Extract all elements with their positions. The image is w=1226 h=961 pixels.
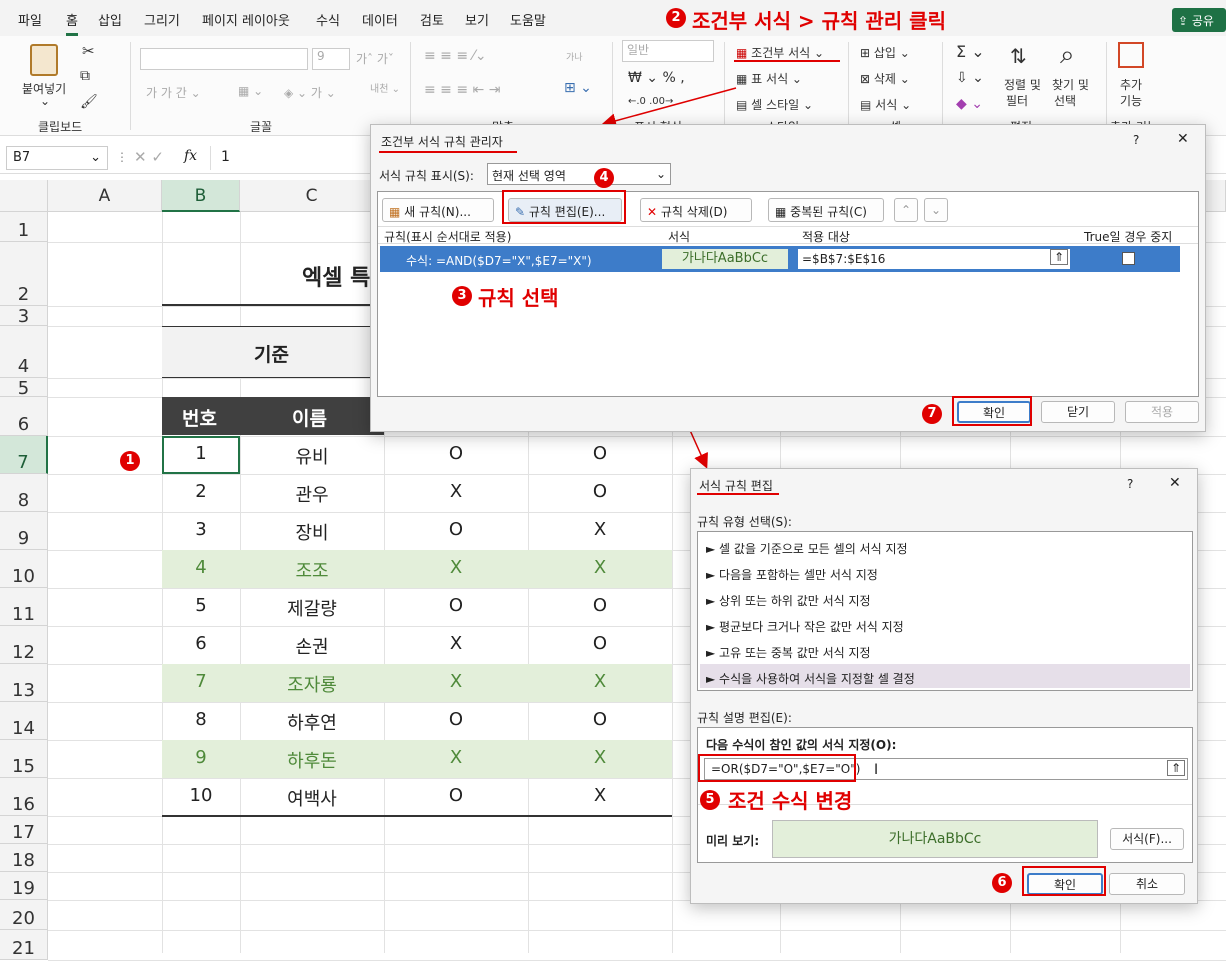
- edit-rule-highlight: [502, 190, 626, 224]
- desc-label: 규칙 설명 편집(E):: [697, 711, 792, 725]
- formula-label: 다음 수식이 참인 값의 서식 지정(O):: [706, 738, 897, 752]
- duplicate-rule-button[interactable]: ▦ 중복된 규칙(C): [768, 198, 884, 222]
- collapse-icon[interactable]: ⇑: [1166, 760, 1185, 776]
- rule-row[interactable]: 수식: =AND($D7="X",$E7="X") 가나다AaBbCc =$B$…: [380, 246, 1180, 272]
- new-rule-label: 새 규칙(N)...: [404, 205, 471, 219]
- rule-type-item[interactable]: ► 고유 또는 중복 값만 서식 지정: [706, 644, 871, 661]
- edit-rule-dialog: 서식 규칙 편집 ? ✕ 규칙 유형 선택(S): ► 셀 값을 기준으로 모든…: [690, 468, 1198, 904]
- grid-icon: ▦: [775, 205, 787, 219]
- manager-apply-button[interactable]: 적용: [1125, 401, 1199, 423]
- rule-type-item[interactable]: ► 상위 또는 하위 값만 서식 지정: [706, 592, 871, 609]
- manager-close-button[interactable]: 닫기: [1041, 401, 1115, 423]
- text-cursor-icon: I: [874, 762, 879, 778]
- manager-ok-highlight: [952, 396, 1032, 426]
- edit-cancel-button[interactable]: 취소: [1109, 873, 1185, 895]
- rule-text: 수식: =AND($D7="X",$E7="X"): [406, 254, 592, 268]
- manager-title-underline: [379, 151, 517, 153]
- col-stop: True일 경우 중지: [1084, 230, 1173, 244]
- grid-icon: ▦: [389, 205, 401, 219]
- applies-to-input[interactable]: =$B$7:$E$16 ⇑: [798, 249, 1070, 269]
- rule-type-label: 규칙 유형 선택(S):: [697, 515, 792, 529]
- preview-label: 미리 보기:: [706, 834, 760, 848]
- annotation-badge-6: 6: [992, 873, 1012, 893]
- new-rule-button[interactable]: ▦ 새 규칙(N)...: [382, 198, 494, 222]
- help-icon[interactable]: ?: [1133, 133, 1139, 147]
- stop-if-true-checkbox[interactable]: [1122, 252, 1135, 265]
- rule-type-item[interactable]: ► 셀 값을 기준으로 모든 셀의 서식 지정: [706, 540, 908, 557]
- edit-title-underline: [697, 493, 779, 495]
- edit-ok-highlight: [1022, 866, 1106, 896]
- format-preview: 가나다AaBbCc: [772, 820, 1098, 858]
- rule-type-item[interactable]: ► 다음을 포함하는 셀만 서식 지정: [706, 566, 878, 583]
- delete-rule-button[interactable]: ✕ 규칙 삭제(D): [640, 198, 752, 222]
- rule-format-preview: 가나다AaBbCc: [662, 249, 788, 269]
- chevron-up-icon: ⌃: [901, 203, 912, 217]
- annotation-badge-3: 3: [452, 286, 472, 306]
- annotation-step3: 규칙 선택: [478, 286, 559, 310]
- arrow-to-manager: [601, 87, 737, 129]
- manager-title: 조건부 서식 규칙 관리자: [381, 135, 503, 149]
- move-down-button[interactable]: ⌄: [924, 198, 948, 222]
- format-button[interactable]: 서식(F)...: [1110, 828, 1184, 850]
- delete-icon: ✕: [647, 205, 658, 219]
- col-format: 서식: [668, 230, 691, 244]
- show-rules-value: 현재 선택 영역: [492, 169, 566, 183]
- edit-title: 서식 규칙 편집: [699, 479, 773, 493]
- show-rules-select[interactable]: 현재 선택 영역 ⌄: [487, 163, 671, 185]
- rule-type-item[interactable]: ► 평균보다 크거나 작은 값만 서식 지정: [706, 618, 904, 635]
- close-icon[interactable]: ✕: [1169, 475, 1181, 491]
- close-icon[interactable]: ✕: [1177, 131, 1189, 147]
- collapse-icon[interactable]: ⇑: [1049, 249, 1068, 265]
- formula-highlight: [698, 754, 856, 782]
- rule-manager-dialog: 조건부 서식 규칙 관리자 ? ✕ 서식 규칙 표시(S): 현재 선택 영역 ⌄…: [370, 124, 1206, 432]
- rule-type-list: ► 셀 값을 기준으로 모든 셀의 서식 지정 ► 다음을 포함하는 셀만 서식…: [697, 531, 1193, 691]
- col-rule: 규칙(표시 순서대로 적용): [384, 230, 512, 244]
- help-icon[interactable]: ?: [1127, 477, 1133, 491]
- col-applies: 적용 대상: [802, 230, 850, 244]
- delete-rule-label: 규칙 삭제(D): [660, 205, 728, 219]
- annotation-badge-5: 5: [700, 790, 720, 810]
- chevron-down-icon: ⌄: [655, 167, 666, 181]
- annotation-step5: 조건 수식 변경: [728, 789, 853, 813]
- annotation-badge-4: 4: [594, 168, 614, 188]
- applies-to-value: =$B$7:$E$16: [802, 252, 886, 266]
- move-up-button[interactable]: ⌃: [894, 198, 918, 222]
- show-rules-label: 서식 규칙 표시(S):: [379, 169, 474, 183]
- annotation-badge-7: 7: [922, 404, 942, 424]
- duplicate-rule-label: 중복된 규칙(C): [790, 205, 867, 219]
- chevron-down-icon: ⌄: [931, 203, 942, 217]
- rule-type-item-selected[interactable]: ► 수식을 사용하여 서식을 지정할 셀 결정: [706, 670, 915, 687]
